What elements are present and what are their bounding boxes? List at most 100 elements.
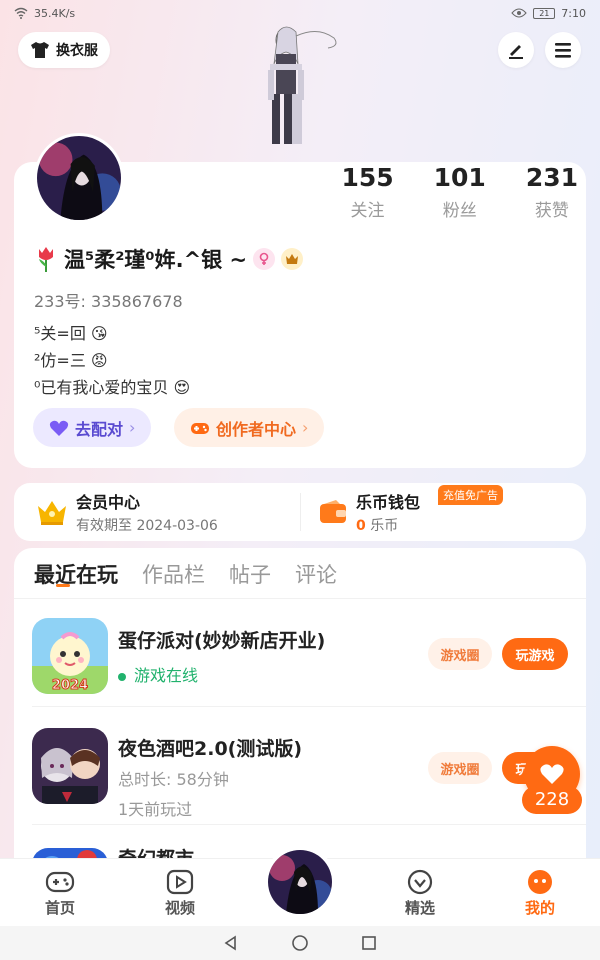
eye-icon: [511, 8, 527, 18]
nav-home[interactable]: 首页: [20, 867, 100, 918]
edit-button[interactable]: [498, 32, 534, 68]
chevron-right-icon: ›: [129, 418, 136, 437]
bio-line-text: ²仿=三: [34, 351, 86, 370]
avatar: [268, 850, 332, 914]
nav-featured-label: 精选: [404, 899, 435, 917]
match-label: 去配对: [75, 419, 124, 439]
tulip-icon: [39, 247, 53, 272]
game-last-played: 1天前玩过: [118, 800, 193, 819]
vip-expiry: 有效期至 2024-03-06: [76, 518, 218, 534]
online-dot-icon: [118, 672, 126, 681]
nav-featured[interactable]: 精选: [380, 867, 460, 918]
game-online-status-text: 游戏在线: [134, 666, 199, 685]
bio-line: ⁰已有我心爱的宝贝 😍: [34, 374, 190, 398]
following-stat[interactable]: 155 关注: [341, 162, 393, 221]
creator-center-button[interactable]: 创作者中心 ›: [174, 408, 325, 447]
likes-label: 获赞: [534, 201, 569, 221]
hamburger-menu-icon: [555, 43, 571, 58]
active-tab-indicator: [56, 584, 70, 587]
home-circle-icon[interactable]: [291, 934, 309, 952]
user-id: 233号: 335867678: [34, 292, 183, 311]
divider: [32, 824, 586, 825]
bio-line-text: ⁰已有我心爱的宝贝: [34, 378, 169, 397]
game-icon-night-bar[interactable]: [32, 728, 108, 804]
nav-video[interactable]: 视频: [140, 867, 220, 918]
change-outfit-label: 换衣服: [56, 43, 98, 59]
creator-center-label: 创作者中心: [216, 419, 297, 439]
bio-line-text: ⁵关=回: [34, 324, 86, 343]
divider: [32, 706, 586, 707]
following-count: 155: [341, 163, 394, 192]
wallet-icon: [320, 500, 346, 523]
match-button[interactable]: 去配对 ›: [33, 408, 152, 447]
gamepad-icon: [191, 422, 209, 434]
game-online-status: 游戏在线: [118, 662, 198, 686]
chevron-right-icon: ›: [302, 418, 309, 437]
play-game-button[interactable]: 玩游戏: [502, 638, 568, 670]
wallet-entry[interactable]: 乐币钱包 0 乐币: [318, 489, 420, 535]
wallet-balance: 0 乐币: [356, 515, 420, 535]
game-icon-eggy-party[interactable]: 2024: [32, 618, 108, 694]
status-bar: 35.4K/s 21 7:10: [0, 0, 600, 26]
nickname: 温⁵柔²瑾⁰姩.^银 ~: [64, 248, 248, 272]
nav-center-avatar[interactable]: [264, 846, 336, 918]
wifi-icon: [14, 7, 28, 19]
game-row[interactable]: 2024 蛋仔派对(妙妙新店开业) 游戏在线 游戏圈 玩游戏: [14, 600, 586, 718]
pen-icon: [509, 45, 523, 59]
clock: 7:10: [561, 6, 586, 20]
game-icon-text: 2024: [52, 678, 88, 693]
likes-stat[interactable]: 231 获赞: [526, 162, 578, 221]
followers-label: 粉丝: [442, 201, 477, 221]
back-triangle-icon[interactable]: [223, 935, 239, 951]
nav-video-label: 视频: [164, 899, 195, 917]
tab-recent-played[interactable]: 最近在玩: [34, 560, 118, 590]
game-circle-button[interactable]: 游戏圈: [428, 638, 492, 670]
angry-emoji-icon: 😡: [90, 351, 108, 370]
shirt-icon: [31, 42, 49, 58]
battery-level: 21: [533, 7, 556, 19]
wallet-title: 乐币钱包: [356, 493, 421, 512]
divider: [14, 598, 586, 599]
gamepad-icon: [45, 871, 75, 893]
gender-badge-icon[interactable]: [253, 248, 276, 270]
nickname-row: 温⁵柔²瑾⁰姩.^银 ~: [34, 244, 304, 274]
kiss-emoji-icon: 😘: [90, 324, 108, 343]
followers-count: 101: [433, 163, 486, 192]
followers-stat[interactable]: 101 粉丝: [434, 162, 486, 221]
likes-count: 231: [525, 163, 578, 192]
heart-eyes-emoji-icon: 😍: [173, 378, 191, 397]
nav-mine-label: 我的: [524, 899, 555, 917]
crown-badge-icon[interactable]: [281, 248, 304, 270]
game-row[interactable]: 夜色酒吧2.0(测试版) 总时长: 58分钟 1天前玩过 游戏圈 玩游戏: [14, 708, 586, 826]
bio-line: ²仿=三 😡: [34, 347, 108, 371]
change-outfit-button[interactable]: 换衣服: [18, 32, 110, 68]
nav-mine[interactable]: 我的: [500, 867, 580, 918]
floating-like-count: 228: [522, 786, 582, 814]
profile-stats: 155 关注 101 粉丝 231 获赞: [341, 162, 578, 221]
system-navigation-bar: [0, 926, 600, 960]
game-playtime: 总时长: 58分钟: [118, 770, 229, 789]
wallet-unit: 乐币: [370, 518, 399, 534]
nav-home-label: 首页: [44, 899, 75, 917]
divider: [300, 493, 301, 531]
tab-comments[interactable]: 评论: [295, 560, 337, 590]
recents-square-icon[interactable]: [361, 935, 377, 951]
network-speed: 35.4K/s: [34, 6, 76, 20]
avatar-character-figure[interactable]: [248, 24, 358, 162]
ad-free-tag[interactable]: 充值免广告: [438, 485, 503, 505]
avatar[interactable]: [34, 133, 124, 223]
game-name: 蛋仔派对(妙妙新店开业): [118, 630, 326, 652]
crown-icon: [38, 501, 66, 525]
game-name: 夜色酒吧2.0(测试版): [118, 738, 303, 760]
purple-heart-icon: [49, 420, 69, 436]
video-icon: [166, 869, 194, 895]
profile-face-icon: [528, 870, 552, 894]
wallet-amount: 0: [356, 518, 366, 534]
tab-works[interactable]: 作品栏: [142, 560, 205, 590]
tab-posts[interactable]: 帖子: [229, 560, 271, 590]
bio-line: ⁵关=回 😘: [34, 320, 108, 344]
vip-title: 会员中心: [76, 493, 141, 512]
menu-button[interactable]: [545, 32, 581, 68]
vip-center-entry[interactable]: 会员中心 有效期至 2024-03-06: [36, 489, 218, 535]
game-circle-button[interactable]: 游戏圈: [428, 752, 492, 784]
